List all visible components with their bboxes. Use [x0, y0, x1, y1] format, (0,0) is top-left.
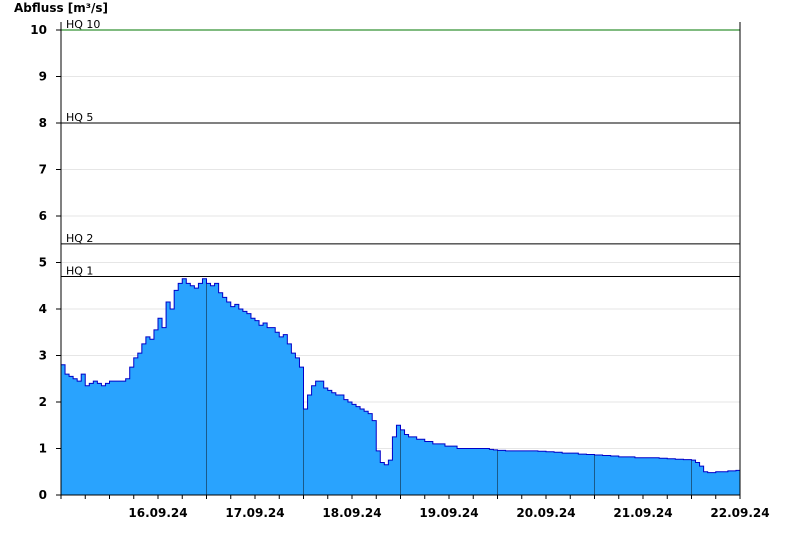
y-tick-label: 6 [39, 209, 47, 223]
x-tick-label: 17.09.24 [225, 506, 284, 520]
threshold-label: HQ 5 [66, 111, 93, 124]
x-tick-label: 21.09.24 [613, 506, 672, 520]
threshold-label: HQ 2 [66, 232, 93, 245]
y-tick-label: 0 [39, 488, 47, 502]
y-axis-label: Abfluss [m³/s] [14, 1, 108, 15]
x-tick-label: 18.09.24 [322, 506, 381, 520]
y-tick-label: 8 [39, 116, 47, 130]
y-ticks: 0 1 2 3 4 5 6 7 8 9 10 [30, 23, 61, 502]
y-tick-label: 9 [39, 70, 47, 84]
y-tick-label: 2 [39, 395, 47, 409]
hydrograph-chart: HQ 10HQ 5HQ 2HQ 1 012345678910 16.09.24 1… [14, 1, 770, 520]
y-tick-label: 5 [39, 256, 47, 270]
x-tick-label: 20.09.24 [516, 506, 575, 520]
threshold-label: HQ 10 [66, 18, 100, 31]
discharge-area [61, 278, 740, 495]
y-tick-label: 1 [39, 442, 47, 456]
threshold-label: HQ 1 [66, 264, 93, 277]
x-tick-label: 19.09.24 [419, 506, 478, 520]
y-tick-label: 7 [39, 163, 47, 177]
x-tick-label: 22.09.24 [710, 506, 769, 520]
y-tick-label: 3 [39, 349, 47, 363]
y-tick-label: 10 [30, 23, 47, 37]
x-tick-label: 16.09.24 [128, 506, 187, 520]
y-tick-label: 4 [39, 302, 47, 316]
threshold-lines: HQ 10 HQ 5 HQ 2 HQ 1 [61, 18, 740, 277]
x-ticks: 16.09.24 17.09.24 18.09.24 19.09.24 20.09.24… [60, 495, 770, 520]
